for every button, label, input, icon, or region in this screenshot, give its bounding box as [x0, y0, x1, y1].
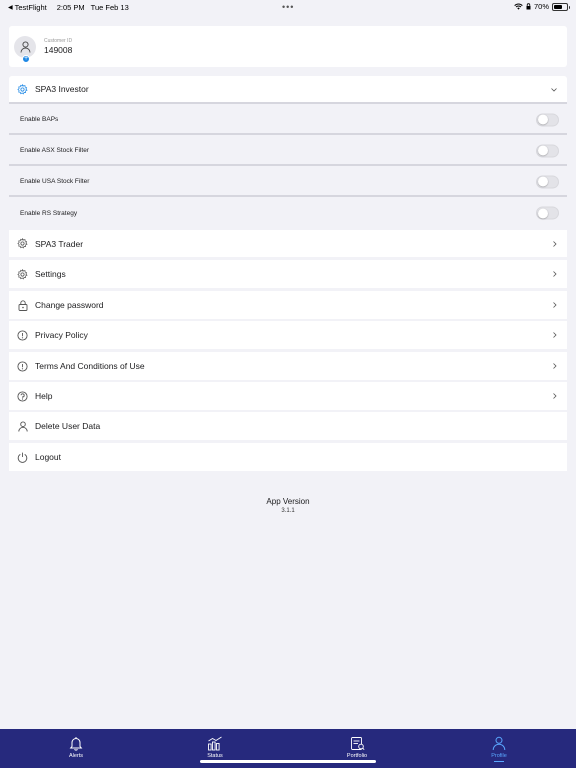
user-icon — [17, 420, 28, 432]
home-indicator — [200, 760, 376, 763]
menu-item-logout[interactable]: Logout — [9, 443, 567, 471]
chevron-right-icon — [553, 239, 557, 249]
info-icon — [17, 329, 28, 341]
info-icon — [17, 360, 28, 372]
tab-alerts[interactable]: Alerts — [36, 729, 116, 768]
menu-label: Change password — [35, 300, 104, 310]
toggle-row-baps: Enable BAPs — [9, 106, 567, 135]
lock-icon — [17, 299, 28, 311]
power-icon — [17, 452, 28, 463]
switch-knob — [538, 145, 548, 156]
toggle-row-rs-strategy: Enable RS Strategy — [9, 199, 567, 227]
back-app-label[interactable]: TestFlight — [15, 3, 47, 12]
menu-label: Help — [35, 391, 53, 401]
menu-item-help[interactable]: Help — [9, 382, 567, 410]
menu-label: Logout — [35, 452, 61, 462]
tab-bar: Alerts Status Portfolio Profile — [0, 729, 576, 768]
toggle-label: Enable USA Stock Filter — [20, 178, 90, 185]
enable-usa-filter-switch[interactable] — [536, 175, 559, 188]
status-date: Tue Feb 13 — [90, 2, 129, 12]
add-photo-icon[interactable]: + — [22, 54, 30, 63]
switch-knob — [538, 208, 548, 218]
toggle-label: Enable RS Strategy — [20, 209, 78, 217]
tab-label: Profile — [491, 753, 507, 759]
gear-icon — [17, 238, 28, 249]
chevron-right-icon — [553, 300, 557, 310]
gear-icon — [17, 83, 28, 95]
enable-baps-switch[interactable] — [536, 113, 559, 126]
switch-knob — [538, 176, 548, 187]
status-bar: ◀ TestFlight 2:05 PM Tue Feb 13 ••• 70% — [0, 0, 576, 14]
chart-icon — [207, 735, 223, 751]
chevron-right-icon — [553, 361, 557, 371]
portfolio-icon — [349, 735, 365, 751]
menu-item-terms[interactable]: Terms And Conditions of Use — [9, 352, 567, 380]
enable-asx-filter-switch[interactable] — [536, 144, 559, 157]
back-arrow-icon[interactable]: ◀ — [8, 4, 13, 11]
menu-label: Privacy Policy — [35, 330, 88, 340]
chevron-down-icon[interactable] — [551, 84, 557, 94]
profile-icon — [491, 735, 507, 751]
battery-percent: 70% — [533, 2, 549, 11]
battery-icon — [552, 2, 570, 11]
menu-label: Delete User Data — [35, 421, 101, 431]
user-icon — [20, 40, 30, 53]
chevron-right-icon — [553, 269, 557, 279]
menu-item-delete-user-data[interactable]: Delete User Data — [9, 412, 567, 440]
bell-icon — [68, 735, 84, 751]
battery-fill — [554, 4, 563, 9]
profile-card[interactable]: + Customer ID 149008 — [9, 26, 567, 67]
menu-label: Terms And Conditions of Use — [35, 361, 145, 371]
chevron-right-icon — [553, 391, 557, 401]
toggle-label: Enable BAPs — [20, 116, 59, 123]
active-tab-indicator — [494, 761, 504, 762]
wifi-icon — [514, 3, 523, 10]
avatar[interactable]: + — [14, 35, 36, 63]
menu-item-privacy-policy[interactable]: Privacy Policy — [9, 321, 567, 349]
toggle-row-usa-filter: Enable USA Stock Filter — [9, 168, 567, 197]
app-version-label: App Version — [266, 497, 310, 506]
tab-label: Status — [207, 753, 223, 759]
tab-profile[interactable]: Profile — [459, 729, 539, 768]
tab-label: Alerts — [68, 753, 84, 759]
section-spa3-investor[interactable]: SPA3 Investor — [9, 76, 567, 104]
help-icon — [17, 390, 28, 402]
customer-id-value: 149008 — [44, 45, 73, 55]
tab-label: Portfolio — [346, 753, 368, 759]
multitasking-dots-icon[interactable]: ••• — [282, 2, 294, 12]
switch-knob — [538, 114, 548, 125]
menu-item-spa3-trader[interactable]: SPA3 Trader — [9, 230, 567, 257]
menu-label: Settings — [35, 269, 66, 279]
menu-item-settings[interactable]: Settings — [9, 260, 567, 288]
lock-rotation-icon — [526, 3, 531, 10]
toggle-label: Enable ASX Stock Filter — [20, 147, 90, 154]
customer-id-label: Customer ID — [44, 38, 73, 44]
gear-icon — [17, 268, 28, 280]
enable-rs-strategy-switch[interactable] — [536, 206, 559, 220]
toggle-row-asx-filter: Enable ASX Stock Filter — [9, 137, 567, 166]
section-title: SPA3 Investor — [35, 84, 89, 94]
menu-label: SPA3 Trader — [35, 238, 84, 249]
app-version-number: 3.1.1 — [281, 508, 295, 514]
status-time: 2:05 PM — [56, 2, 85, 12]
menu-item-change-password[interactable]: Change password — [9, 291, 567, 319]
chevron-right-icon — [553, 330, 557, 340]
